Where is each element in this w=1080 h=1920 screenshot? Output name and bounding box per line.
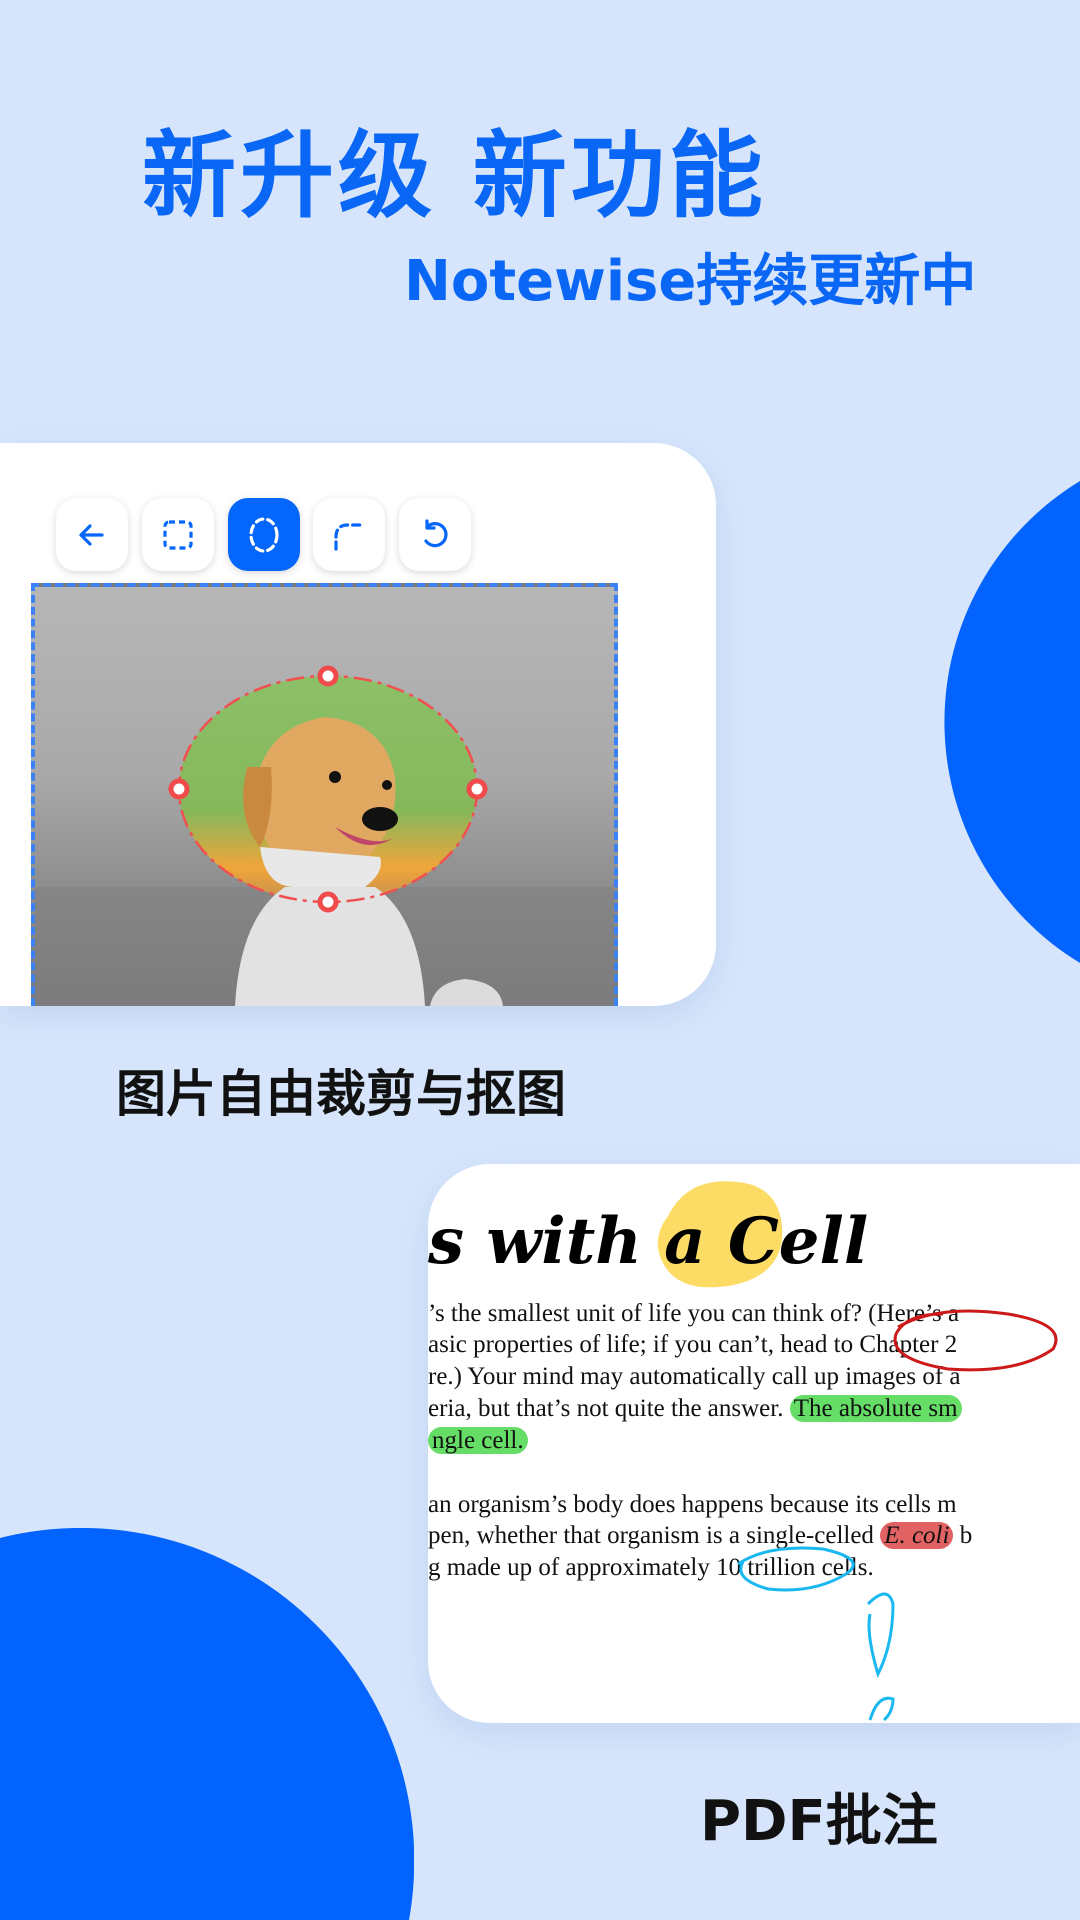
pen-annotations: [737, 1309, 1058, 1722]
pdf-annotation-card: s with a Cell ’s the smallest unit of li…: [428, 1164, 1080, 1723]
pdf-feature-caption: PDF批注: [700, 1789, 938, 1854]
page-subtitle: Notewise持续更新中: [404, 249, 977, 314]
ellipse-select-button[interactable]: [228, 498, 300, 571]
corner-round-icon: [334, 522, 365, 551]
crop-feature-caption: 图片自由裁剪与抠图: [116, 1065, 566, 1123]
arrow-left-icon: [79, 523, 104, 546]
decorative-circle-right: [944, 481, 1080, 963]
decorative-circle-left: [0, 1528, 414, 1920]
blue-pen-circle: [737, 1546, 855, 1592]
rect-select-icon: [163, 519, 193, 550]
ellipse-select-icon: [249, 516, 279, 553]
undo-icon: [424, 518, 448, 547]
back-button[interactable]: [56, 498, 128, 571]
undo-button[interactable]: [399, 498, 471, 571]
crop-image[interactable]: [31, 583, 618, 1006]
red-pen-circle: [893, 1309, 1058, 1372]
puppy-photo: [35, 665, 614, 1006]
corner-round-button[interactable]: [313, 498, 385, 571]
page-title: 新升级 新功能: [142, 122, 767, 231]
blue-pen-mark: [866, 1592, 895, 1679]
blue-pen-mark: [868, 1696, 895, 1722]
image-crop-card: [0, 443, 716, 1006]
rect-select-button[interactable]: [142, 498, 214, 571]
